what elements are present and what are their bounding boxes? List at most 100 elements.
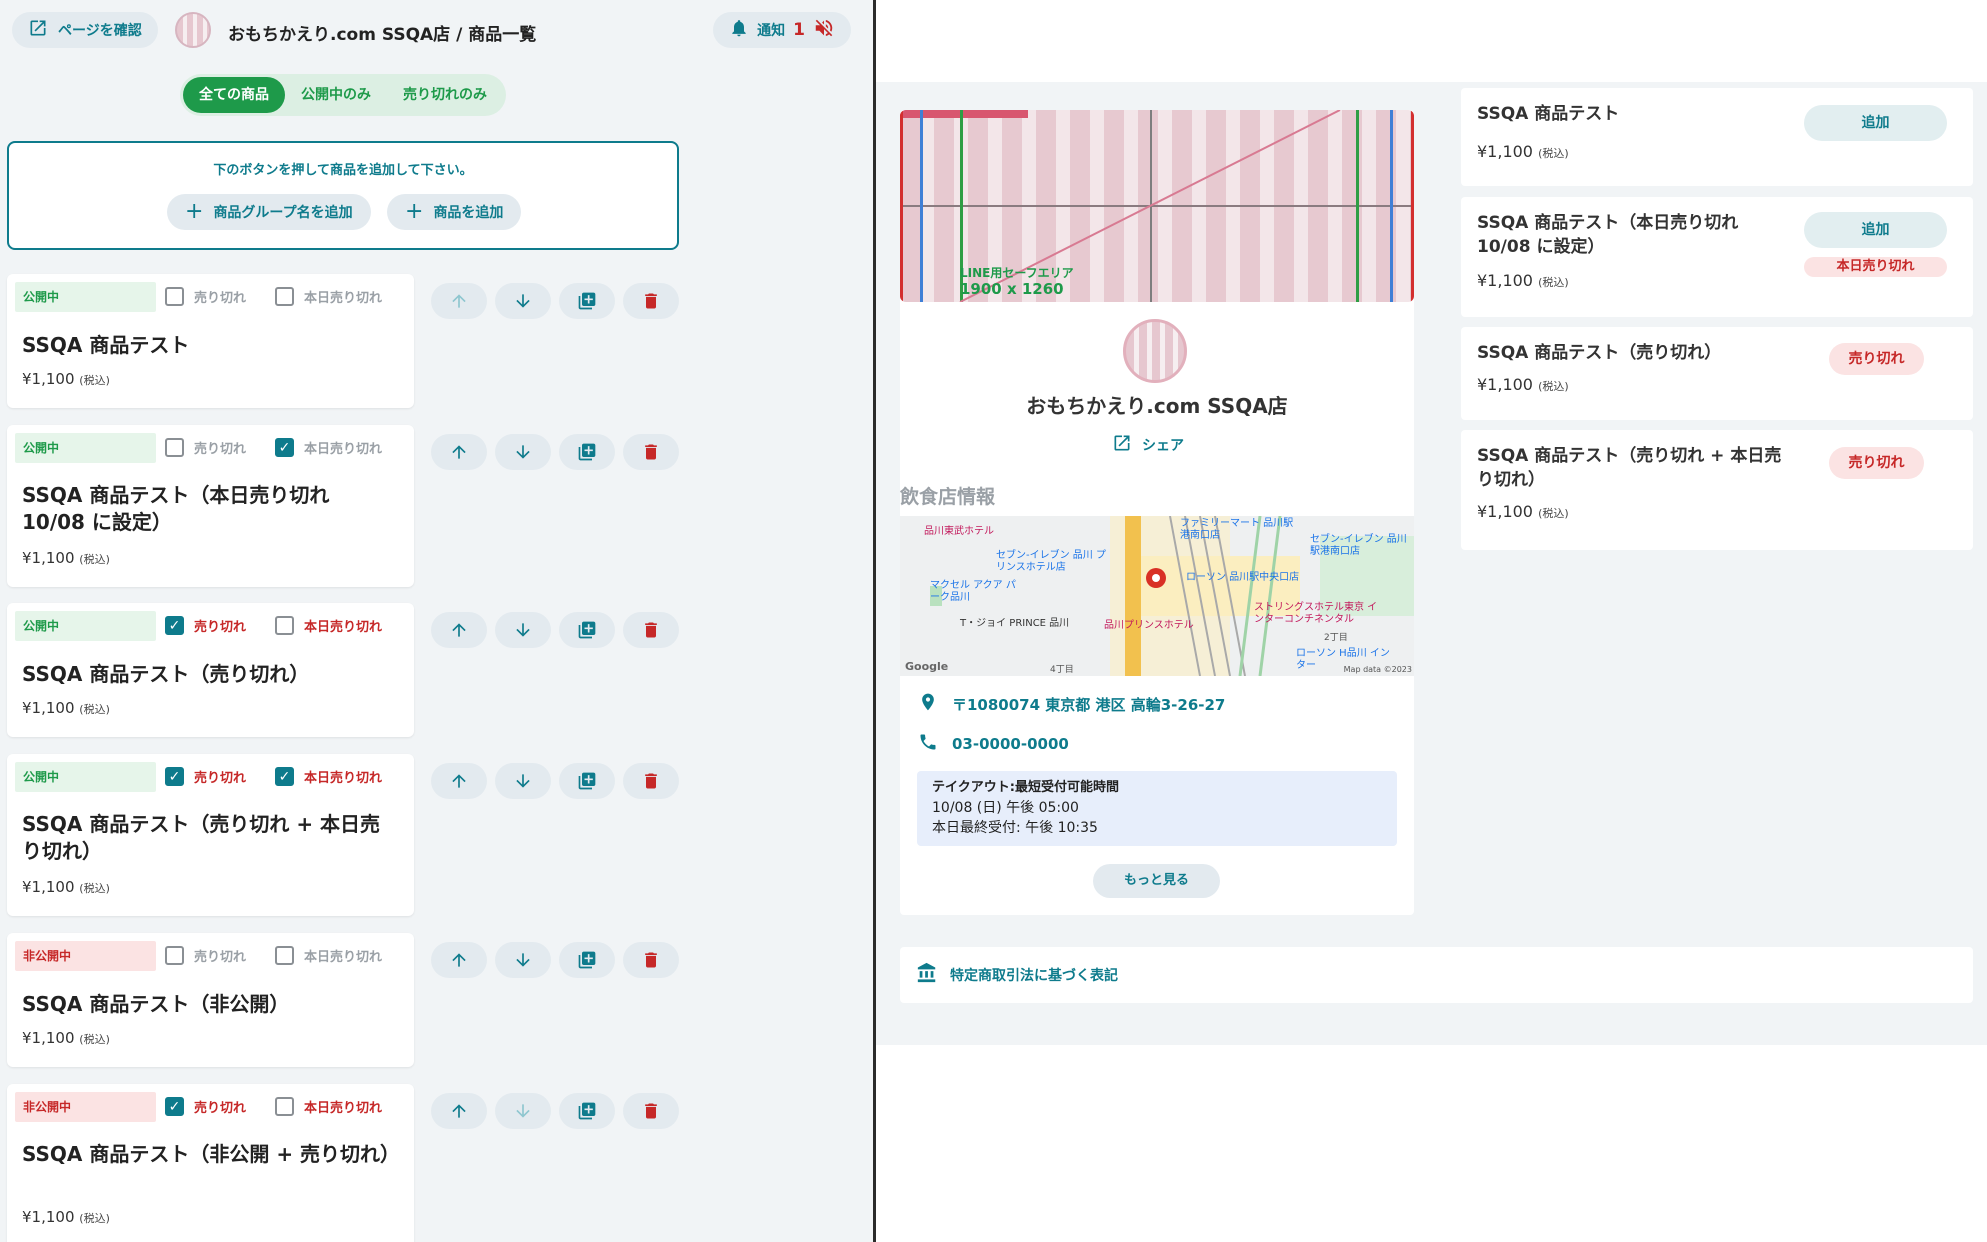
sold-out-today-checkbox[interactable]: 本日売り切れ [275, 438, 382, 457]
sold-out-checkbox[interactable]: 売り切れ [165, 438, 246, 457]
sold-out-today-checkbox[interactable]: 本日売り切れ [275, 616, 382, 635]
map-attribution: Map data ©2023 [1343, 665, 1412, 674]
sold-out-today-checkbox[interactable]: 本日売り切れ [275, 1097, 382, 1116]
sold-out-checkbox[interactable]: 売り切れ [165, 1097, 246, 1116]
delete-button[interactable] [623, 434, 679, 470]
add-product-button[interactable]: + 商品を追加 [387, 194, 522, 230]
store-phone[interactable]: 03-0000-0000 [918, 732, 1069, 756]
notification-label: 通知 [757, 23, 786, 39]
price-value: ¥1,100 [1477, 271, 1533, 290]
arrow-down-icon [516, 294, 530, 308]
move-down-button[interactable] [495, 1093, 551, 1129]
menu-item[interactable]: SSQA 商品テスト（売り切れ + 本日売り切れ） ¥1,100 (税込) 売り… [1461, 430, 1973, 550]
sold-out-today-checkbox[interactable]: 本日売り切れ [275, 946, 382, 965]
product-card: 公開中 売り切れ 本日売り切れ SSQA 商品テスト ¥1,100 (税込) [7, 274, 414, 408]
delete-button[interactable] [623, 942, 679, 978]
trash-icon [645, 622, 657, 638]
menu-item[interactable]: SSQA 商品テスト（売り切れ） ¥1,100 (税込) 売り切れ [1461, 327, 1973, 420]
add-to-cart-button[interactable]: 追加 [1804, 105, 1947, 141]
sold-out-checkbox[interactable]: 売り切れ [165, 767, 246, 786]
move-up-button[interactable] [431, 942, 487, 978]
duplicate-button[interactable] [559, 434, 615, 470]
store-address[interactable]: 〒1080074 東京都 港区 高輪3-26-27 [918, 692, 1225, 716]
see-more-button[interactable]: もっと見る [1093, 864, 1220, 898]
tab-sold-out-only[interactable]: 売り切れのみ [387, 77, 503, 113]
menu-item-name: SSQA 商品テスト [1477, 104, 1620, 124]
duplicate-button[interactable] [559, 942, 615, 978]
map-label: 品川プリンスホテル [1104, 620, 1194, 631]
menu-item-price: ¥1,100 (税込) [1477, 271, 1569, 290]
duplicate-button[interactable] [559, 612, 615, 648]
product-name: SSQA 商品テスト（売り切れ + 本日売り切れ） [22, 812, 381, 863]
sold-out-checkbox[interactable]: 売り切れ [165, 946, 246, 965]
status-badge: 公開中 [15, 762, 156, 792]
sold-out-checkbox[interactable]: 売り切れ [165, 616, 246, 635]
arrow-up-icon [452, 623, 466, 637]
sold-out-today-checkbox[interactable]: 本日売り切れ [275, 287, 382, 306]
row-actions [431, 942, 679, 978]
duplicate-button[interactable] [559, 1093, 615, 1129]
move-down-button[interactable] [495, 612, 551, 648]
arrow-down-icon [516, 1104, 530, 1118]
move-down-button[interactable] [495, 283, 551, 319]
move-down-button[interactable] [495, 763, 551, 799]
checkbox-label: 本日売り切れ [304, 620, 383, 635]
takeout-time: 10/08 (日) 午後 05:00 [932, 800, 1079, 816]
tab-all-products[interactable]: 全ての商品 [183, 77, 285, 113]
share-button[interactable]: シェア [1112, 433, 1184, 457]
move-up-button[interactable] [431, 1093, 487, 1129]
library-add-icon [578, 292, 596, 310]
shop-info-card: LINE用セーフエリア 1900 x 1260 おもちかえり.com SSQA店… [900, 110, 1414, 915]
store-map[interactable]: 品川東武ホテル セブン-イレブン 品川 プリンスホテル店 ファミリーマート 品川… [900, 516, 1414, 676]
duplicate-button[interactable] [559, 283, 615, 319]
arrow-down-icon [516, 445, 530, 459]
sold-out-badge: 売り切れ [1829, 343, 1924, 375]
sold-out-today-checkbox[interactable]: 本日売り切れ [275, 767, 382, 786]
tax-label: (税込) [79, 1033, 110, 1046]
delete-button[interactable] [623, 612, 679, 648]
checkbox-label: 売り切れ [194, 950, 247, 965]
library-add-icon [578, 772, 596, 790]
menu-item-name: SSQA 商品テスト（本日売り切れ 10/08 に設定） [1477, 213, 1739, 257]
duplicate-button[interactable] [559, 763, 615, 799]
product-name: SSQA 商品テスト（本日売り切れ 10/08 に設定） [22, 483, 330, 534]
view-page-button[interactable]: ページを確認 [12, 12, 158, 48]
notification-count: 1 [793, 20, 805, 40]
legal-notice-link[interactable]: 特定商取引法に基づく表記 [900, 947, 1973, 1003]
shop-name: おもちかえり.com SSQA店 [1026, 394, 1288, 418]
move-down-button[interactable] [495, 434, 551, 470]
external-link-icon [28, 18, 48, 42]
move-up-button[interactable] [431, 434, 487, 470]
map-label: セブン-イレブン 品川 プリンスホテル店 [996, 550, 1106, 573]
price-value: ¥1,100 [22, 370, 75, 388]
move-up-button[interactable] [431, 283, 487, 319]
product-card: 非公開中 売り切れ 本日売り切れ SSQA 商品テスト（非公開 + 売り切れ） … [7, 1084, 414, 1242]
delete-button[interactable] [623, 763, 679, 799]
status-badge: 公開中 [15, 433, 156, 463]
sold-out-checkbox[interactable]: 売り切れ [165, 287, 246, 306]
row-actions [431, 763, 679, 799]
add-to-cart-button[interactable]: 追加 [1804, 212, 1947, 248]
checkbox-icon [165, 287, 184, 306]
delete-button[interactable] [623, 283, 679, 319]
move-down-button[interactable] [495, 942, 551, 978]
product-name: SSQA 商品テスト（売り切れ） [22, 662, 310, 686]
checkbox-icon [165, 616, 184, 635]
checkbox-icon [275, 946, 294, 965]
menu-item[interactable]: SSQA 商品テスト（本日売り切れ 10/08 に設定） ¥1,100 (税込)… [1461, 197, 1973, 317]
menu-item[interactable]: SSQA 商品テスト ¥1,100 (税込) 追加 [1461, 88, 1973, 186]
add-group-button[interactable]: + 商品グループ名を追加 [167, 194, 371, 230]
tab-published-only[interactable]: 公開中のみ [285, 77, 387, 113]
tax-label: (税込) [1538, 276, 1569, 289]
notification-button[interactable]: 通知 1 [713, 12, 851, 48]
row-actions [431, 434, 679, 470]
price-value: ¥1,100 [1477, 375, 1533, 394]
product-card: 公開中 売り切れ 本日売り切れ SSQA 商品テスト（売り切れ） ¥1,100 … [7, 603, 414, 737]
delete-button[interactable] [623, 1093, 679, 1129]
arrow-up-icon [452, 774, 466, 788]
map-label: セブン-イレブン 品川駅港南口店 [1310, 534, 1407, 557]
move-up-button[interactable] [431, 612, 487, 648]
move-up-button[interactable] [431, 763, 487, 799]
price-value: ¥1,100 [1477, 142, 1533, 161]
library-add-icon [578, 951, 596, 969]
